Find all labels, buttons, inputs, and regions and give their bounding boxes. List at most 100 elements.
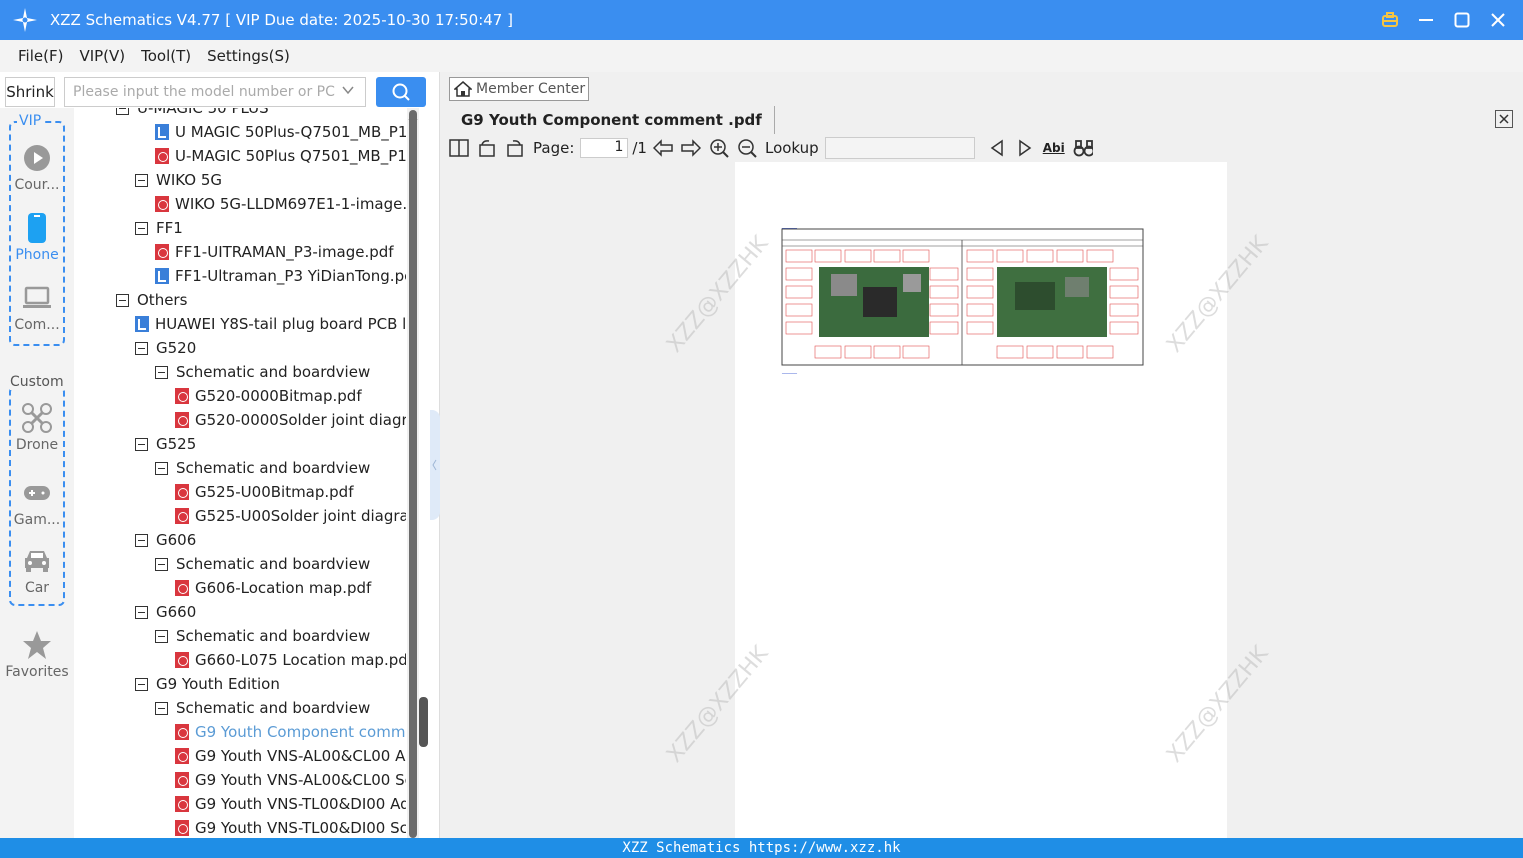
collapse-icon[interactable] [155, 557, 168, 571]
tree-folder[interactable]: Schematic and boardview [155, 624, 370, 648]
previous-page-icon[interactable] [652, 138, 673, 158]
rotate-left-icon[interactable] [477, 138, 497, 158]
sidebar-toggle-icon[interactable] [449, 138, 469, 158]
binoculars-icon[interactable] [1073, 138, 1093, 158]
tree-file[interactable]: G9 Youth Component comment .pdf [175, 720, 406, 744]
collapse-icon[interactable] [135, 605, 148, 619]
category-courses[interactable]: Cour... [0, 143, 74, 193]
zoom-out-icon[interactable] [737, 138, 757, 158]
category-game[interactable]: Gam... [0, 478, 74, 528]
tree-file[interactable]: U-MAGIC 50Plus Q7501_MB_P1 [155, 144, 406, 168]
tree-label: Schematic and boardview [176, 363, 371, 381]
lookup-input[interactable] [824, 137, 975, 159]
find-previous-icon[interactable] [987, 138, 1007, 158]
collapse-icon[interactable] [135, 221, 148, 235]
tree-folder[interactable]: G660 [135, 600, 196, 624]
tree-folder[interactable]: Others [116, 288, 187, 312]
category-computer[interactable]: Com... [0, 283, 74, 333]
collapse-icon[interactable] [135, 437, 148, 451]
tree-folder[interactable]: U-MAGIC 50 PLUS [116, 108, 269, 120]
tree-file[interactable]: G660-L075 Location map.pdf [175, 648, 406, 672]
tree-label: Schematic and boardview [176, 459, 371, 477]
menu-settings[interactable]: Settings(S) [207, 47, 290, 65]
search-button[interactable] [376, 77, 426, 107]
member-center-button[interactable]: Member Center [449, 77, 589, 101]
tree-file[interactable]: G9 Youth VNS-AL00&CL00 Schematic [175, 768, 406, 792]
tree-file[interactable]: G9 Youth VNS-AL00&CL00 Advanced [175, 744, 406, 768]
tree-folder[interactable]: FF1 [135, 216, 183, 240]
category-label: Phone [15, 247, 59, 263]
tree-folder[interactable]: Schematic and boardview [155, 456, 370, 480]
collapse-icon[interactable] [155, 701, 168, 715]
collapse-icon[interactable] [116, 293, 129, 307]
menu-bar: File(F) VIP(V) Tool(T) Settings(S) [0, 40, 1523, 72]
collapse-icon[interactable] [155, 365, 168, 379]
collapse-icon[interactable] [155, 629, 168, 643]
tree-file[interactable]: G9 Youth VNS-TL00&DI00 Advanced [175, 792, 406, 816]
favorites-button[interactable]: Favorites [0, 630, 74, 680]
tree-folder[interactable]: WIKO 5G [135, 168, 222, 192]
pane-splitter[interactable] [430, 410, 440, 520]
match-case-icon[interactable]: Abi [1043, 138, 1065, 158]
tree-folder[interactable]: G525 [135, 432, 196, 456]
shrink-button[interactable]: Shrink [5, 77, 55, 107]
collapse-icon[interactable] [135, 341, 148, 355]
tree-folder[interactable]: G606 [135, 528, 196, 552]
tree-file[interactable]: G520-0000Solder joint diagram [175, 408, 406, 432]
pdf-page[interactable]: ______ ______ [735, 162, 1227, 838]
menu-vip[interactable]: VIP(V) [79, 47, 125, 65]
menu-tool[interactable]: Tool(T) [141, 47, 191, 65]
star-icon [22, 630, 52, 660]
tree-folder[interactable]: Schematic and boardview [155, 360, 370, 384]
pcb-file-icon [135, 316, 149, 332]
minimize-icon[interactable] [1415, 9, 1437, 31]
next-page-icon[interactable] [681, 138, 701, 158]
tree-folder[interactable]: Schematic and boardview [155, 552, 370, 576]
tree-file[interactable]: G525-U00Solder joint diagram.pdf [175, 504, 406, 528]
tree-file[interactable]: WIKO 5G-LLDM697E1-1-image.pdf [155, 192, 406, 216]
tree-folder[interactable]: Schematic and boardview [155, 696, 370, 720]
rotate-right-icon[interactable] [505, 138, 525, 158]
collapse-icon[interactable] [135, 677, 148, 691]
tree-scrollbar-track[interactable] [409, 110, 417, 838]
gamepad-icon [22, 478, 52, 508]
tree-label: G9 Youth VNS-TL00&DI00 Advanced [195, 795, 406, 813]
tree-scrollbar-thumb[interactable] [419, 697, 428, 747]
pdf-file-icon [175, 412, 189, 428]
tree-label: G520-0000Bitmap.pdf [195, 387, 362, 405]
pdf-file-icon [155, 196, 169, 212]
collapse-icon[interactable] [116, 108, 129, 115]
tree-folder[interactable]: G9 Youth Edition [135, 672, 280, 696]
collapse-icon[interactable] [155, 461, 168, 475]
tree-label: G9 Youth VNS-AL00&CL00 Advanced [195, 747, 406, 765]
menu-file[interactable]: File(F) [18, 47, 63, 65]
collapse-icon[interactable] [135, 533, 148, 547]
zoom-in-icon[interactable] [709, 138, 729, 158]
tree-file[interactable]: G606-Location map.pdf [175, 576, 371, 600]
category-car[interactable]: Car [0, 546, 74, 596]
find-next-icon[interactable] [1015, 138, 1035, 158]
tree-file[interactable]: G525-U00Bitmap.pdf [175, 480, 354, 504]
tree-label: Schematic and boardview [176, 555, 371, 573]
tree-file[interactable]: U MAGIC 50Plus-Q7501_MB_P1 [155, 120, 406, 144]
tree-label: G606 [156, 531, 197, 549]
tree-folder[interactable]: G520 [135, 336, 196, 360]
collapse-icon[interactable] [135, 173, 148, 187]
maximize-icon[interactable] [1451, 9, 1473, 31]
close-tab-icon[interactable] [1495, 110, 1513, 128]
search-input[interactable]: Please input the model number or PCB [64, 77, 366, 107]
category-phone[interactable]: Phone [0, 213, 74, 263]
tree-file[interactable]: FF1-Ultraman_P3 YiDianTong.pcb [155, 264, 406, 288]
tree-file[interactable]: HUAWEI Y8S-tail plug board PCB layer [135, 312, 406, 336]
tree-file[interactable]: FF1-UITRAMAN_P3-image.pdf [155, 240, 394, 264]
window-title: XZZ Schematics V4.77 [ VIP Due date: 202… [50, 11, 513, 29]
tree-label: WIKO 5G [156, 171, 223, 189]
chevron-down-icon[interactable] [341, 83, 355, 101]
page-number-input[interactable]: 1 [580, 138, 629, 158]
close-icon[interactable] [1487, 9, 1509, 31]
tree-file[interactable]: G9 Youth VNS-TL00&DI00 Schematic [175, 816, 406, 838]
category-drone[interactable]: Drone [0, 403, 74, 453]
document-tab[interactable]: G9 Youth Component comment .pdf [449, 106, 775, 134]
vip-badge-icon[interactable] [1379, 9, 1401, 31]
tree-file[interactable]: G520-0000Bitmap.pdf [175, 384, 362, 408]
